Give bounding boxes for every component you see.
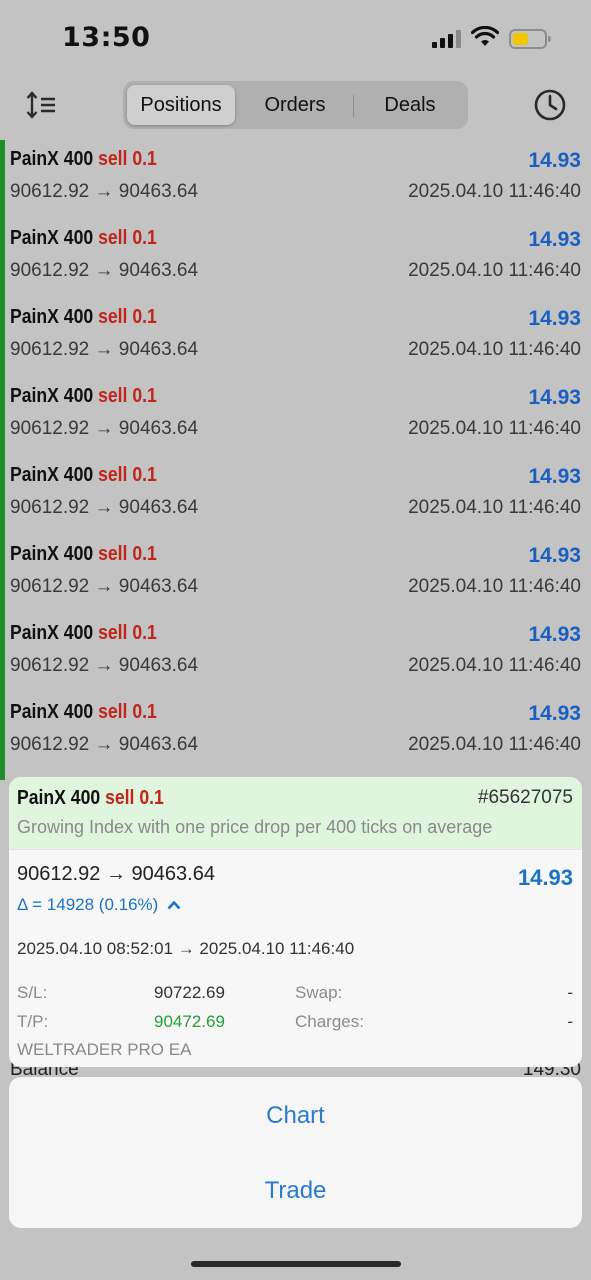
position-row[interactable]: PainX 400 sell 0.1 14.93 90612.92 → 9046… [0,456,591,535]
side-text: sell 0.1 [98,701,157,723]
detail-side-text: sell 0.1 [105,787,164,809]
tp-value: 90472.69 [154,1012,225,1031]
position-symbol: PainX 400 sell 0.1 [10,148,157,171]
position-row[interactable]: PainX 400 sell 0.1 14.93 90612.92 → 9046… [0,377,591,456]
detail-ticket: #65627075 [477,787,573,808]
detail-delta-text: Δ = 14928 (0.16%) [17,895,159,914]
position-date: 2025.04.10 11:46:40 [408,497,581,518]
home-indicator[interactable] [191,1261,401,1267]
status-time: 13:50 [62,22,151,53]
position-row[interactable]: PainX 400 sell 0.1 14.93 90612.92 → 9046… [0,140,591,219]
position-prices: 90612.92 → 90463.64 [10,734,199,755]
position-row[interactable]: PainX 400 sell 0.1 14.93 90612.92 → 9046… [0,298,591,377]
position-symbol: PainX 400 sell 0.1 [10,227,157,250]
position-prices: 90612.92 → 90463.64 [10,576,199,597]
position-row[interactable]: PainX 400 sell 0.1 14.93 90612.92 → 9046… [0,693,591,772]
position-date: 2025.04.10 11:46:40 [408,339,581,360]
swap-label: Swap: [295,983,343,1002]
symbol-text: PainX 400 [10,701,94,723]
symbol-text: PainX 400 [10,227,94,249]
position-profit: 14.93 [528,149,581,172]
position-profit: 14.93 [528,465,581,488]
side-text: sell 0.1 [98,543,157,565]
position-prices: 90612.92 → 90463.64 [10,339,199,360]
tab-orders[interactable]: Orders [239,85,351,125]
sort-icon[interactable] [26,90,58,120]
chevron-up-icon [167,900,181,910]
signal-icon [432,30,461,48]
position-date: 2025.04.10 11:46:40 [408,418,581,439]
detail-prices: 90612.92 → 90463.64 [17,863,215,885]
symbol-text: PainX 400 [10,464,94,486]
wifi-icon [471,26,499,46]
toolbar: Positions Orders Deals [0,78,591,134]
symbol-text: PainX 400 [10,385,94,407]
position-prices: 90612.92 → 90463.64 [10,655,199,676]
position-symbol: PainX 400 sell 0.1 [10,385,157,408]
detail-comment: WELTRADER PRO EA [17,1040,192,1059]
detail-profit: 14.93 [517,865,573,890]
status-bar: 13:50 [0,0,591,78]
side-text: sell 0.1 [98,464,157,486]
detail-header: PainX 400 sell 0.1 #65627075 Growing Ind… [9,777,582,849]
detail-symbol-text: PainX 400 [17,787,101,809]
sl-label: S/L: [17,983,48,1002]
position-detail-card: PainX 400 sell 0.1 #65627075 Growing Ind… [9,777,582,1067]
detail-symbol: PainX 400 sell 0.1 [17,787,164,810]
position-profit: 14.93 [528,307,581,330]
position-symbol: PainX 400 sell 0.1 [10,306,157,329]
position-prices: 90612.92 → 90463.64 [10,497,199,518]
trade-button[interactable]: Trade [9,1153,582,1228]
position-profit: 14.93 [528,228,581,251]
detail-delta[interactable]: Δ = 14928 (0.16%) [17,895,181,915]
detail-times: 2025.04.10 08:52:01 → 2025.04.10 11:46:4… [17,939,355,958]
position-prices: 90612.92 → 90463.64 [10,418,199,439]
position-symbol: PainX 400 sell 0.1 [10,543,157,566]
side-text: sell 0.1 [98,148,157,170]
tab-deals[interactable]: Deals [355,85,465,125]
charges-value: - [567,1012,573,1031]
history-icon[interactable] [533,88,567,122]
chart-button[interactable]: Chart [9,1078,582,1153]
swap-value: - [567,983,573,1002]
position-profit: 14.93 [528,702,581,725]
side-text: sell 0.1 [98,622,157,644]
position-symbol: PainX 400 sell 0.1 [10,622,157,645]
position-prices: 90612.92 → 90463.64 [10,260,199,281]
symbol-text: PainX 400 [10,148,94,170]
tab-positions[interactable]: Positions [127,85,235,125]
position-symbol: PainX 400 sell 0.1 [10,464,157,487]
position-date: 2025.04.10 11:46:40 [408,576,581,597]
battery-icon [509,29,551,49]
side-text: sell 0.1 [98,227,157,249]
action-sheet: Chart Trade [9,1077,582,1228]
segment-divider [353,95,354,117]
side-text: sell 0.1 [98,385,157,407]
tp-label: T/P: [17,1012,49,1031]
position-date: 2025.04.10 11:46:40 [408,655,581,676]
charges-label: Charges: [295,1012,364,1031]
symbol-text: PainX 400 [10,306,94,328]
position-profit: 14.93 [528,544,581,567]
detail-divider [9,849,582,850]
symbol-text: PainX 400 [10,543,94,565]
symbol-text: PainX 400 [10,622,94,644]
sl-value: 90722.69 [154,983,225,1002]
tab-segmented-control: Positions Orders Deals [123,81,468,129]
position-row[interactable]: PainX 400 sell 0.1 14.93 90612.92 → 9046… [0,614,591,693]
position-profit: 14.93 [528,623,581,646]
position-date: 2025.04.10 11:46:40 [408,260,581,281]
detail-description: Growing Index with one price drop per 40… [17,817,493,837]
side-text: sell 0.1 [98,306,157,328]
position-date: 2025.04.10 11:46:40 [408,181,581,202]
position-prices: 90612.92 → 90463.64 [10,181,199,202]
position-symbol: PainX 400 sell 0.1 [10,701,157,724]
position-row[interactable]: PainX 400 sell 0.1 14.93 90612.92 → 9046… [0,219,591,298]
position-profit: 14.93 [528,386,581,409]
position-row[interactable]: PainX 400 sell 0.1 14.93 90612.92 → 9046… [0,535,591,614]
position-date: 2025.04.10 11:46:40 [408,734,581,755]
